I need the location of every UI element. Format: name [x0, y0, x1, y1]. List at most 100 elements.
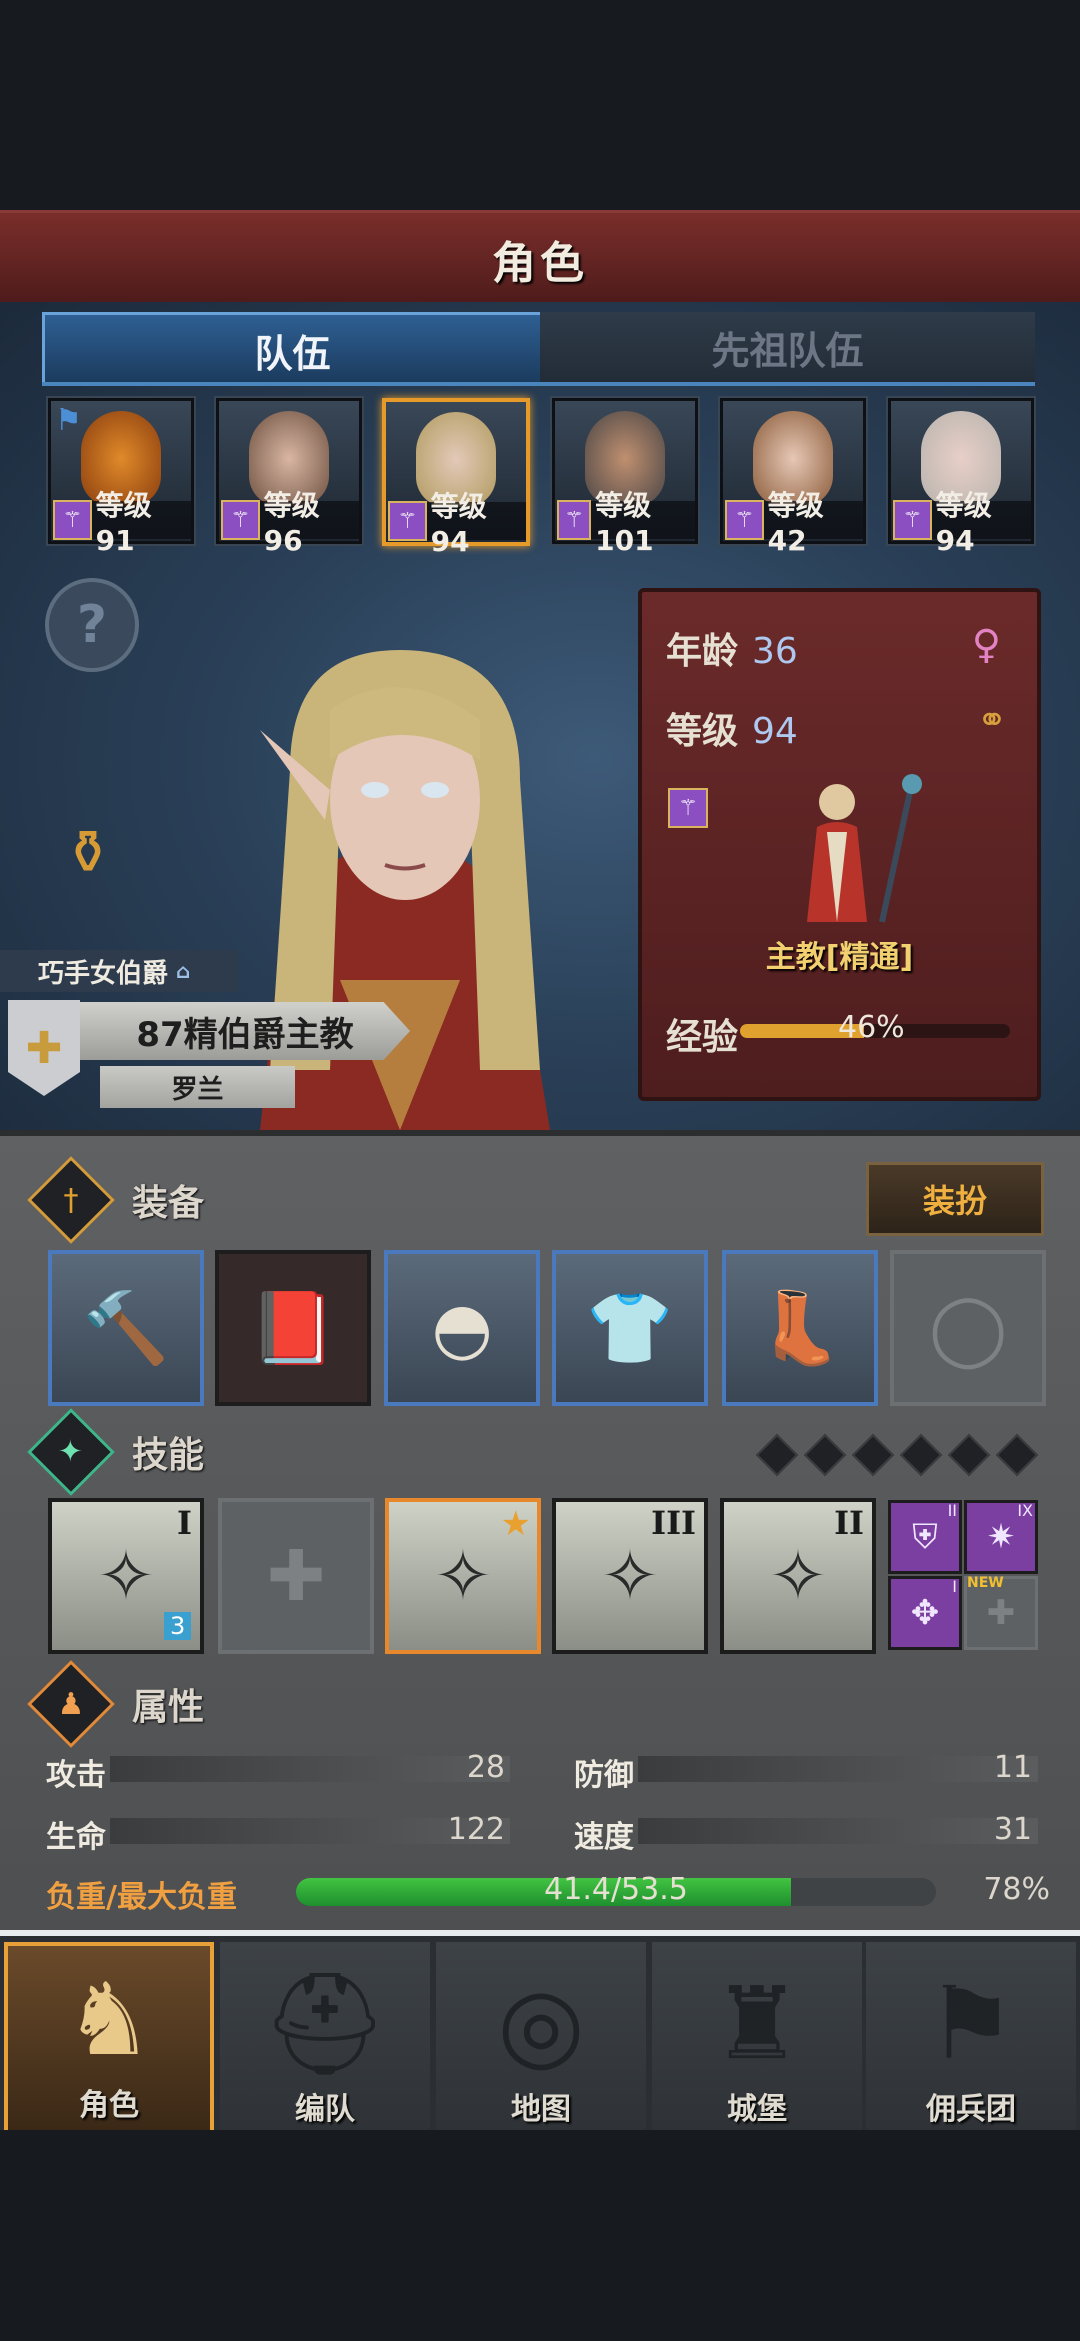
skill-slot-3-selected[interactable]: ✧ ★ — [385, 1498, 541, 1654]
heal-skill-icon: ✧ — [96, 1535, 156, 1617]
burst-icon: ✷ — [986, 1517, 1016, 1557]
holy-light-skill-icon: ✧ — [600, 1535, 660, 1617]
level-label: 等级42 — [767, 488, 824, 557]
staff-class-icon: ⚚ — [668, 788, 708, 828]
class-name: 主教[精通] — [765, 940, 914, 975]
load-value: 41.4/53.5 — [544, 1872, 688, 1907]
skills-label: 技能 — [132, 1435, 205, 1476]
age-value: 36 — [752, 631, 798, 672]
hero-title: 87精伯爵主教 — [80, 1002, 410, 1060]
equip-slot-offhand[interactable]: 📕 — [215, 1250, 371, 1406]
status-area — [0, 0, 1080, 210]
stats-card: 年龄 36 ♀ 等级 94 ⚭ ⚚ 主教[精通] 经验 46% — [638, 588, 1041, 1101]
party-member-6[interactable]: ⚚ 等级94 — [888, 398, 1034, 557]
party-member-2[interactable]: ⚚ 等级96 — [216, 398, 362, 557]
person-icon: ♟ — [57, 1686, 85, 1722]
staff-class-icon: ⚚ — [388, 501, 427, 541]
party-member-1[interactable]: ⚑ ⚚ 等级91 — [48, 398, 194, 557]
level-value: 94 — [752, 711, 798, 752]
load-percent: 78% — [983, 1872, 1050, 1907]
attack-label: 攻击 — [46, 1758, 106, 1793]
compass-icon: ◎ — [497, 1965, 585, 2082]
cross-icon: ✚ — [986, 1593, 1016, 1633]
party-member-3-selected[interactable]: ⚚ 等级94 — [382, 398, 530, 558]
book-icon: 📕 — [249, 1286, 337, 1369]
tab-team[interactable]: 队伍 — [42, 312, 543, 385]
level-label: 等级101 — [595, 488, 654, 557]
tab-ancestor-team[interactable]: 先祖队伍 — [540, 312, 1035, 386]
skill-slot-5[interactable]: ✧ II — [720, 1498, 876, 1654]
staff-class-icon: ⚚ — [221, 500, 260, 540]
helmet-icon: ⛑ — [261, 1965, 389, 2082]
castle-icon: ♜ — [712, 1965, 802, 2082]
trait-label: 巧手女伯爵 — [38, 958, 169, 989]
page-title: 角色 — [492, 238, 588, 289]
age-label: 年龄 — [666, 631, 739, 672]
skill-slot-2-empty[interactable]: ✚ — [218, 1498, 374, 1654]
dress-up-button[interactable]: 装扮 — [866, 1162, 1044, 1236]
exp-percent: 46% — [838, 1010, 905, 1045]
attack-value: 28 — [466, 1750, 505, 1785]
defense-value: 11 — [993, 1750, 1032, 1785]
hero-name[interactable]: 罗兰 — [100, 1066, 295, 1108]
skill-slot-4[interactable]: ✧ III — [552, 1498, 708, 1654]
staff-class-icon: ⚚ — [53, 500, 92, 540]
sword-icon: † — [63, 1182, 79, 1218]
nav-map[interactable]: ◎ 地图 — [436, 1942, 646, 2136]
speed-value: 31 — [993, 1812, 1032, 1847]
mini-skill-shield[interactable]: ⛨ II — [888, 1500, 962, 1574]
star-icon: ★ — [500, 1504, 531, 1544]
mace-icon: 🔨 — [82, 1286, 170, 1369]
hood-icon: ◓ — [431, 1287, 493, 1369]
question-icon: ? — [76, 595, 108, 655]
attributes-header: ♟ 属性 — [27, 1660, 1000, 1748]
level-label: 等级94 — [935, 488, 992, 557]
equip-slot-head[interactable]: ◓ — [384, 1250, 540, 1406]
nav-mercenaries[interactable]: ⚑ 佣兵团 — [866, 1942, 1076, 2136]
bottom-nav: ♞ 角色 ⛑ 编队 ◎ 地图 ♜ 城堡 ⚑ 佣兵团 — [0, 1930, 1080, 2136]
blessing-skill-icon: ✧ — [768, 1535, 828, 1617]
potion-button[interactable]: ⚱ — [45, 808, 131, 898]
load-label: 负重/最大负重 — [46, 1880, 237, 1915]
exp-label: 经验 — [666, 1017, 739, 1058]
new-badge: NEW — [967, 1575, 1004, 1591]
speed-label: 速度 — [574, 1820, 634, 1855]
equip-slot-weapon[interactable]: 🔨 — [48, 1250, 204, 1406]
nav-character[interactable]: ♞ 角色 — [4, 1942, 214, 2136]
party-member-5[interactable]: ⚚ 等级42 — [720, 398, 866, 557]
nav-castle[interactable]: ♜ 城堡 — [652, 1942, 862, 2136]
rank-badge-icon: ✚ — [8, 1000, 80, 1096]
trait-ribbon[interactable]: 巧手女伯爵 ⌂ — [0, 950, 238, 992]
banner-icon: ⚑ — [926, 1965, 1016, 2082]
mini-skill-holy[interactable]: ✥ I — [888, 1576, 962, 1650]
help-button[interactable]: ? — [45, 578, 139, 672]
potion-icon: ⚱ — [62, 818, 114, 888]
star-icon: ✦ — [58, 1434, 84, 1470]
equip-slot-ring-empty[interactable]: ◯ — [890, 1250, 1046, 1406]
skills-header: ✦ 技能 — [27, 1408, 1000, 1496]
ring-icon[interactable]: ⚭ — [977, 700, 1007, 741]
party-member-4[interactable]: ⚚ 等级101 — [552, 398, 698, 557]
skill-count-badge: 3 — [164, 1612, 192, 1640]
skill-slot-1[interactable]: ✧ I 3 — [48, 1498, 204, 1654]
title-bar: 角色 — [0, 210, 1080, 309]
bottom-area — [0, 2130, 1080, 2341]
level-label: 等级94 — [430, 489, 487, 558]
shield-icon: ⛨ — [912, 1517, 938, 1557]
boots-icon: 👢 — [756, 1286, 844, 1369]
nav-formation[interactable]: ⛑ 编队 — [220, 1942, 430, 2136]
equip-slot-body[interactable]: 👕 — [552, 1250, 708, 1406]
prayer-skill-icon: ✧ — [433, 1535, 493, 1617]
mini-skill-burst[interactable]: ✷ IX — [964, 1500, 1038, 1574]
defense-label: 防御 — [574, 1758, 634, 1793]
attributes-label: 属性 — [132, 1687, 205, 1728]
equipment-label: 装备 — [132, 1183, 205, 1224]
knight-icon: ♞ — [64, 1961, 154, 2078]
mini-skill-empty[interactable]: ✚ NEW — [964, 1575, 1038, 1650]
staff-class-icon: ⚚ — [725, 500, 764, 540]
equip-slot-boots[interactable]: 👢 — [722, 1250, 878, 1406]
home-icon: ⌂ — [176, 959, 191, 983]
health-value: 122 — [447, 1812, 505, 1847]
staff-class-icon: ⚚ — [557, 500, 592, 540]
equipment-header: † 装备 — [27, 1156, 1000, 1244]
